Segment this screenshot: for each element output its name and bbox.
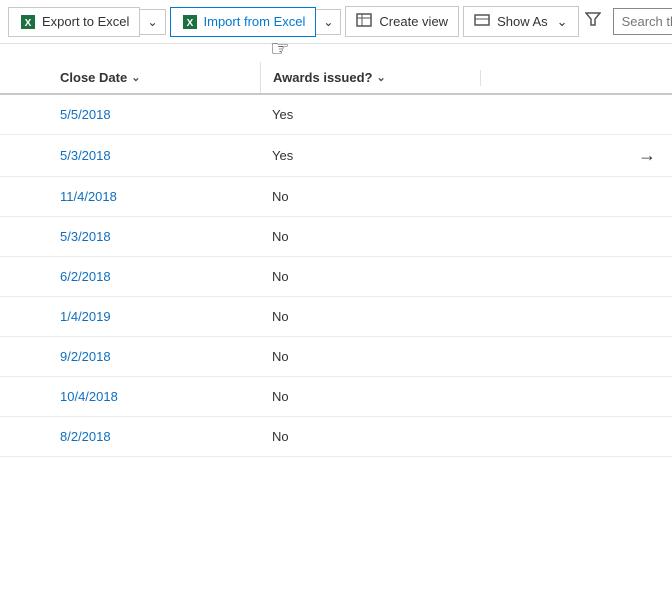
cell-action: → [480, 135, 672, 176]
import-excel-icon: X [181, 13, 199, 31]
cell-close-date: 5/3/2018 [0, 140, 260, 171]
cell-awards-issued: No [260, 301, 480, 332]
col-awards-issued-label: Awards issued? [273, 70, 372, 85]
resize-handle[interactable] [666, 70, 672, 86]
create-view-label: Create view [379, 14, 448, 29]
svg-text:X: X [186, 18, 193, 29]
cell-action [480, 309, 672, 325]
toolbar-spacer-row [0, 44, 672, 62]
col-header-extra [480, 70, 672, 86]
table-row[interactable]: 5/3/2018Yes → [0, 135, 672, 177]
show-as-label: Show As [497, 14, 548, 29]
search-input[interactable] [614, 10, 672, 33]
export-excel-icon: X [19, 13, 37, 31]
search-container [613, 8, 672, 35]
import-excel-label: Import from Excel [204, 14, 306, 29]
cell-close-date: 1/4/2019 [0, 301, 260, 332]
table-header: Close Date ⌄ Awards issued? ⌄ [0, 62, 672, 95]
import-chevron-icon: ⌄ [323, 15, 333, 29]
create-view-icon [356, 12, 374, 31]
row-arrow-button[interactable]: → [632, 143, 662, 168]
cell-awards-issued: Yes [260, 99, 480, 130]
import-dropdown-button[interactable]: ⌄ [316, 9, 341, 35]
cell-action [480, 389, 672, 405]
cell-awards-issued: Yes [260, 140, 480, 171]
toolbar-container: X Export to Excel ⌄ X Import from Excel … [0, 0, 672, 44]
toolbar: X Export to Excel ⌄ X Import from Excel … [0, 0, 672, 44]
cell-awards-issued: No [260, 261, 480, 292]
cell-close-date: 8/2/2018 [0, 421, 260, 452]
cell-awards-issued: No [260, 421, 480, 452]
export-dropdown-button[interactable]: ⌄ [140, 9, 165, 35]
export-excel-button[interactable]: X Export to Excel [8, 7, 140, 37]
cell-close-date: 5/5/2018 [0, 99, 260, 130]
col-close-date-label: Close Date [60, 70, 127, 85]
show-as-chevron-icon: ⌄ [557, 14, 568, 30]
cell-action [480, 429, 672, 445]
cell-action [480, 349, 672, 365]
data-table: Close Date ⌄ Awards issued? ⌄ 5/5/2018Ye… [0, 62, 672, 457]
cell-close-date: 5/3/2018 [0, 221, 260, 252]
table-row[interactable]: 5/3/2018No [0, 217, 672, 257]
table-row[interactable]: 6/2/2018No [0, 257, 672, 297]
cell-close-date: 11/4/2018 [0, 181, 260, 212]
cell-close-date: 6/2/2018 [0, 261, 260, 292]
table-row[interactable]: 8/2/2018No [0, 417, 672, 457]
export-chevron-icon: ⌄ [147, 15, 157, 29]
show-as-button[interactable]: Show As ⌄ [463, 6, 579, 37]
col-awards-sort-icon: ⌄ [376, 71, 385, 84]
col-header-awards-issued[interactable]: Awards issued? ⌄ [260, 62, 480, 93]
table-row[interactable]: 5/5/2018Yes [0, 95, 672, 135]
col-header-close-date[interactable]: Close Date ⌄ [0, 62, 260, 93]
cell-awards-issued: No [260, 381, 480, 412]
col-close-date-sort-icon: ⌄ [131, 71, 140, 84]
table-row[interactable]: 1/4/2019No [0, 297, 672, 337]
cell-action [480, 189, 672, 205]
table-row[interactable]: 10/4/2018No [0, 377, 672, 417]
table-row[interactable]: 9/2/2018No [0, 337, 672, 377]
cell-close-date: 10/4/2018 [0, 381, 260, 412]
toolbar-right [579, 7, 672, 36]
table-body: 5/5/2018Yes5/3/2018Yes→11/4/2018No5/3/20… [0, 95, 672, 457]
cell-close-date: 9/2/2018 [0, 341, 260, 372]
cell-action [480, 107, 672, 123]
cell-action [480, 229, 672, 245]
cell-action [480, 269, 672, 285]
import-excel-button[interactable]: X Import from Excel [170, 7, 317, 37]
export-excel-label: Export to Excel [42, 14, 129, 29]
filter-button[interactable] [579, 7, 607, 36]
cell-awards-issued: No [260, 341, 480, 372]
cell-awards-issued: No [260, 221, 480, 252]
cell-awards-issued: No [260, 181, 480, 212]
svg-text:X: X [25, 18, 32, 29]
show-as-icon [474, 12, 492, 31]
table-row[interactable]: 11/4/2018No [0, 177, 672, 217]
create-view-button[interactable]: Create view [345, 6, 459, 37]
